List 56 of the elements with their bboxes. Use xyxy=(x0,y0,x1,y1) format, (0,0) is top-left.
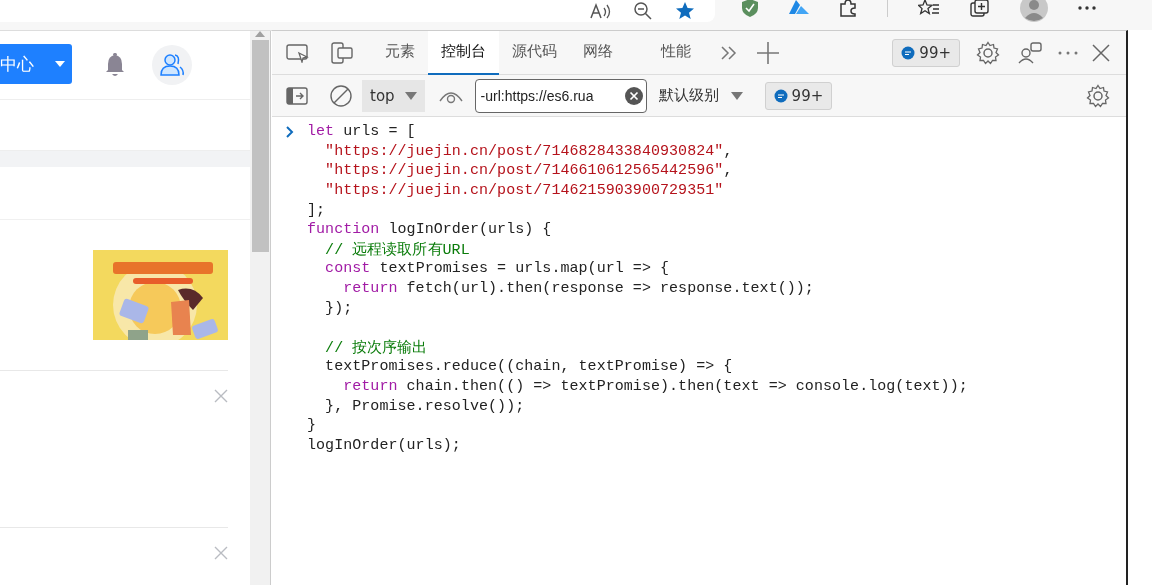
settings-icon[interactable] xyxy=(976,40,1000,65)
more-icon[interactable] xyxy=(1078,6,1096,10)
favorites-icon[interactable] xyxy=(918,0,940,17)
collections-icon[interactable] xyxy=(970,0,990,17)
devtools-tab[interactable]: 元素 xyxy=(372,30,428,75)
context-select[interactable]: top xyxy=(362,79,425,112)
code-line: "https://juejin.cn/post/7146215903900729351" xyxy=(324,182,724,200)
code-line: "https://juejin.cn/post/7146610612565442596", xyxy=(324,162,733,180)
more-tabs-icon[interactable] xyxy=(720,44,738,61)
code-line: ]; xyxy=(307,201,326,219)
message-icon xyxy=(773,88,788,103)
code-line: }); xyxy=(324,299,353,317)
triangle-icon[interactable] xyxy=(789,0,809,16)
clear-console-icon[interactable] xyxy=(330,84,352,107)
message-icon xyxy=(901,45,916,60)
code-line: } xyxy=(307,417,317,435)
devtools-tab[interactable]: 源代码 xyxy=(499,30,570,75)
zoom-out-icon[interactable] xyxy=(633,2,653,20)
caret-icon xyxy=(54,60,66,68)
devtools-tab[interactable]: 控制台 xyxy=(428,30,499,75)
code-line: return chain.then(() => textPromise).then(text => console.log(text)); xyxy=(342,378,968,395)
level-select[interactable]: 默认级别 xyxy=(658,86,743,105)
puzzle-icon[interactable] xyxy=(839,0,857,17)
issues-badge[interactable]: 99+ xyxy=(764,81,833,110)
star-icon[interactable] xyxy=(675,2,695,20)
close-icon[interactable] xyxy=(1092,43,1110,62)
code-line: return fetch(url).then(response => response.text()); xyxy=(342,280,814,298)
code-line: }, Promise.resolve()); xyxy=(324,397,525,415)
creator-center-button[interactable]: 中心 xyxy=(0,44,72,84)
inspect-icon[interactable] xyxy=(286,42,310,63)
read-aloud-icon[interactable] xyxy=(589,2,611,20)
user-avatar-icon[interactable] xyxy=(152,45,192,85)
code-line: function logInOrder(urls) { xyxy=(307,221,552,239)
shield-icon[interactable] xyxy=(741,0,759,17)
code-line: // 按次序输出 xyxy=(324,338,428,357)
feedback-icon[interactable] xyxy=(1018,41,1042,64)
caret-icon xyxy=(730,91,743,100)
code-line: let urls = [ xyxy=(307,123,416,141)
issues-badge[interactable]: 99+ xyxy=(892,38,960,67)
caret-icon xyxy=(404,91,417,100)
code-line: const textPromises = urls.map(url => { xyxy=(324,260,670,278)
device-icon[interactable] xyxy=(330,41,354,64)
add-tab-icon[interactable] xyxy=(756,40,780,65)
code-line: // 远程读取所有URL xyxy=(324,240,470,259)
console-settings-icon[interactable] xyxy=(1086,83,1110,108)
code-line: logInOrder(urls); xyxy=(307,436,461,454)
sidebar-icon[interactable] xyxy=(286,86,308,105)
code-line: textPromises.reduce((chain, textPromise) => { xyxy=(324,358,733,376)
avatar-icon[interactable] xyxy=(1020,0,1048,22)
filter-field[interactable]: -url:https://es6.rua xyxy=(474,78,647,113)
clear-icon[interactable] xyxy=(624,86,643,105)
devtools-tab[interactable]: 性能 xyxy=(648,30,704,75)
devtools-tab[interactable]: 网络 xyxy=(570,30,626,75)
code-line: "https://juejin.cn/post/7146828433840930824", xyxy=(324,142,733,160)
bell-icon[interactable] xyxy=(104,53,126,77)
scrollbar-thumb[interactable] xyxy=(251,40,269,252)
